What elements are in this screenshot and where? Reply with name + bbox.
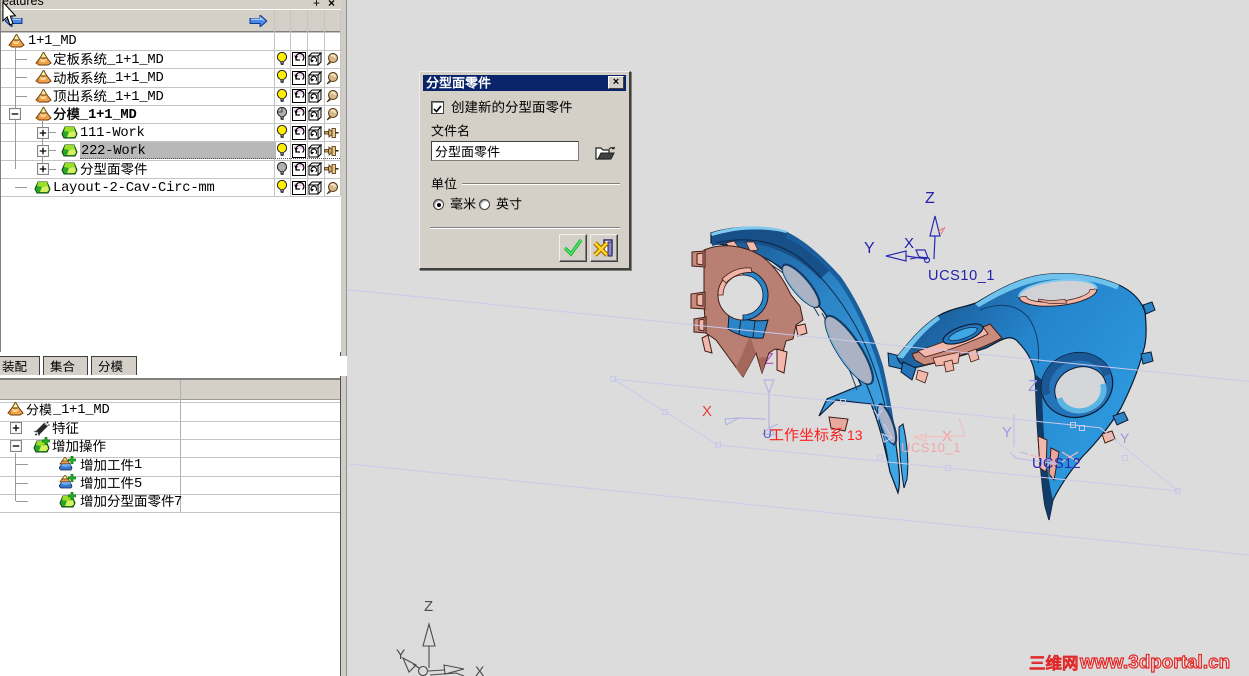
- svg-text:UCS10_1: UCS10_1: [928, 268, 995, 284]
- svg-text:Z: Z: [1028, 378, 1038, 395]
- svg-text:U: U: [763, 427, 772, 441]
- svg-text:Y: Y: [864, 240, 875, 257]
- svg-text:13: 13: [847, 427, 863, 443]
- svg-text:Y: Y: [1120, 430, 1130, 446]
- svg-text:www.3dportal.cn: www.3dportal.cn: [1079, 651, 1230, 672]
- svg-text:X: X: [475, 663, 485, 676]
- svg-text:Z: Z: [925, 190, 935, 207]
- svg-text:Y: Y: [396, 646, 406, 662]
- svg-text:X: X: [702, 403, 712, 420]
- svg-text:Y: Y: [873, 407, 883, 424]
- svg-text:UCS10_1: UCS10_1: [901, 440, 961, 455]
- svg-text:X: X: [904, 235, 914, 252]
- svg-text:UCS12: UCS12: [1032, 456, 1081, 472]
- svg-text:Z: Z: [424, 598, 433, 615]
- svg-text:Y: Y: [1002, 424, 1012, 441]
